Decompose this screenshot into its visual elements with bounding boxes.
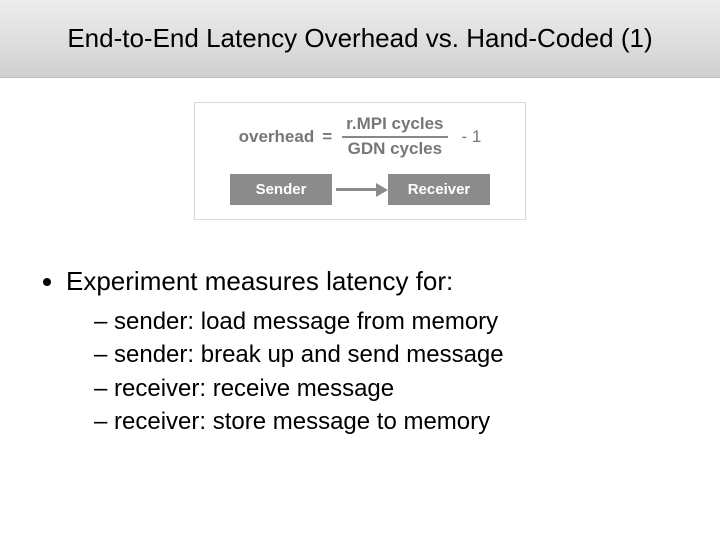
sub-bullet: receiver: receive message: [94, 372, 684, 405]
formula-eq: =: [322, 127, 332, 147]
formula-fraction: r.MPI cycles GDN cycles: [340, 115, 449, 158]
formula-numerator: r.MPI cycles: [340, 115, 449, 136]
sender-node: Sender: [230, 174, 332, 205]
arrow-icon: [332, 178, 388, 202]
formula-lhs: overhead: [239, 127, 315, 147]
sub-bullet: sender: load message from memory: [94, 305, 684, 338]
title-band: End-to-End Latency Overhead vs. Hand-Cod…: [0, 0, 720, 78]
bullet-main-text: Experiment measures latency for:: [66, 266, 453, 296]
formula-trailing: - 1: [462, 127, 482, 147]
bullet-main: Experiment measures latency for: sender:…: [66, 266, 684, 437]
arrow-line: [336, 188, 376, 191]
bullet-list: Experiment measures latency for: sender:…: [36, 266, 684, 437]
formula-box: overhead = r.MPI cycles GDN cycles - 1 S…: [194, 102, 526, 220]
slide: End-to-End Latency Overhead vs. Hand-Cod…: [0, 0, 720, 540]
slide-title: End-to-End Latency Overhead vs. Hand-Cod…: [67, 23, 652, 54]
sub-bullet: sender: break up and send message: [94, 338, 684, 371]
sub-bullet-list: sender: load message from memory sender:…: [66, 305, 684, 437]
formula-denominator: GDN cycles: [342, 136, 449, 159]
arrow-head: [376, 183, 388, 197]
sub-bullet: receiver: store message to memory: [94, 405, 684, 438]
formula: overhead = r.MPI cycles GDN cycles - 1: [205, 115, 515, 158]
receiver-node: Receiver: [388, 174, 490, 205]
body: Experiment measures latency for: sender:…: [36, 266, 684, 437]
diagram: Sender Receiver: [205, 174, 515, 205]
